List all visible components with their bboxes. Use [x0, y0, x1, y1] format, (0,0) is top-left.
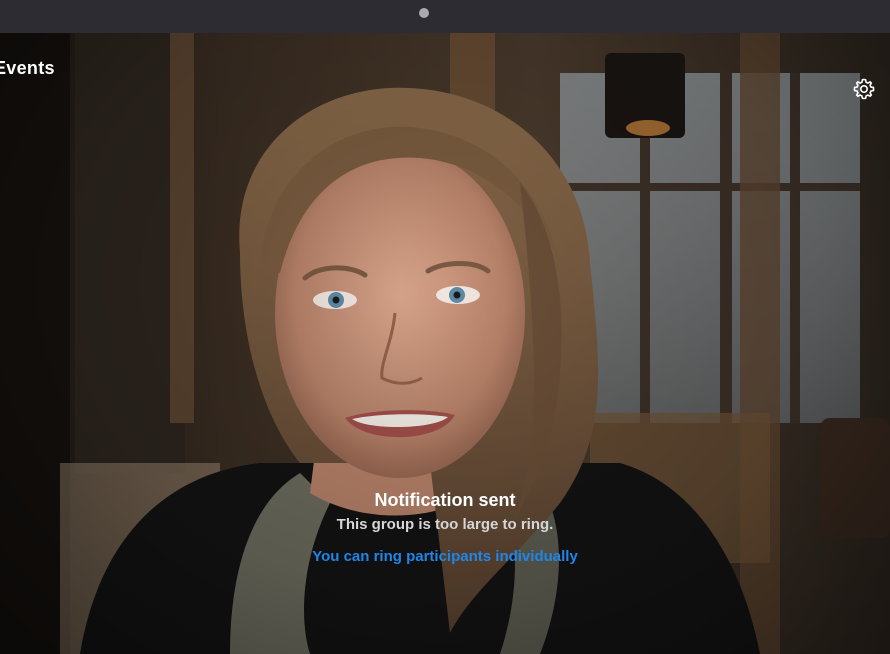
notification-title: Notification sent [374, 490, 516, 510]
call-screen: Events Notification sent This group is t… [0, 0, 890, 654]
page-title: Events [0, 58, 55, 78]
notification-panel: Notification sent This group is too larg… [0, 489, 890, 567]
ring-individually-link[interactable]: You can ring participants individually [312, 547, 578, 567]
device-top-bezel [0, 0, 890, 33]
settings-button[interactable] [852, 77, 876, 101]
camera-indicator [419, 8, 429, 18]
gear-icon [853, 78, 875, 100]
notification-message: This group is too large to ring. [336, 516, 554, 533]
